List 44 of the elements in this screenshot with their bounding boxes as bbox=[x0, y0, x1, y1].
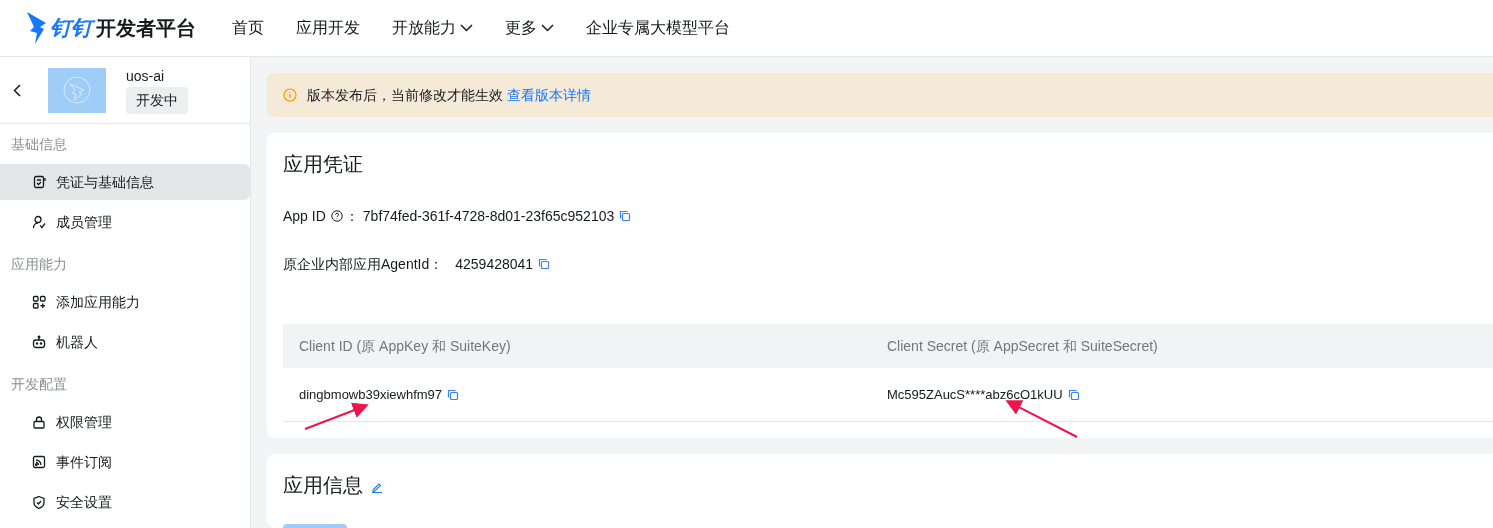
status-badge: 开发中 bbox=[126, 86, 188, 114]
section-title: 开发配置 bbox=[11, 374, 67, 394]
field-value: 7bf74fed-361f-4728-8d01-23f65c952103 bbox=[362, 206, 615, 226]
card-title: 应用信息 bbox=[283, 473, 363, 498]
annotation-arrow bbox=[304, 402, 369, 430]
document-icon bbox=[32, 175, 46, 189]
copy-icon[interactable] bbox=[1067, 388, 1080, 401]
info-icon bbox=[283, 88, 297, 102]
rss-icon bbox=[32, 455, 46, 469]
field-separator: ： bbox=[344, 206, 359, 226]
user-icon bbox=[32, 215, 46, 229]
lock-icon bbox=[32, 415, 46, 429]
field-separator: ： bbox=[429, 254, 444, 274]
nav-link[interactable]: 企业专属大模型平台 bbox=[586, 16, 730, 40]
copy-icon[interactable] bbox=[619, 210, 632, 222]
edit-icon[interactable] bbox=[371, 481, 383, 493]
section-title: 基础信息 bbox=[11, 134, 67, 154]
section-title: 应用能力 bbox=[11, 254, 67, 274]
logo-title: 开发者平台 bbox=[96, 16, 196, 41]
nav-link[interactable]: 开放能力 bbox=[392, 16, 473, 40]
copy-icon[interactable] bbox=[538, 258, 551, 270]
card-title: 应用凭证 bbox=[283, 152, 363, 177]
field-value: 4259428041 bbox=[455, 254, 534, 274]
wing-logo-icon bbox=[26, 11, 48, 45]
column-header: Client ID (原 AppKey 和 SuiteKey) bbox=[299, 337, 511, 354]
sidebar-item[interactable]: 凭证与基础信息 bbox=[0, 164, 250, 200]
app-icon bbox=[48, 67, 106, 113]
back-icon[interactable] bbox=[13, 83, 21, 97]
field-label: 原企业内部应用AgentId bbox=[283, 254, 430, 274]
table-cell-text: dingbmowb39xiewhfm97 bbox=[299, 385, 443, 404]
nav-link[interactable]: 应用开发 bbox=[296, 16, 360, 40]
table-cell-text: Mc595ZAucS****abz6cO1kUU bbox=[887, 385, 1063, 404]
copy-icon[interactable] bbox=[447, 388, 460, 401]
robot-icon bbox=[32, 335, 46, 349]
app-name: uos-ai bbox=[126, 66, 165, 85]
version-details-link[interactable]: 查看版本详情 bbox=[507, 84, 591, 106]
notice-text: 版本发布后，当前修改才能生效 bbox=[307, 85, 503, 105]
help-icon[interactable] bbox=[330, 210, 343, 222]
nav-link[interactable]: 首页 bbox=[232, 16, 264, 40]
nav-link[interactable]: 更多 bbox=[505, 16, 554, 40]
field-label: App ID bbox=[283, 206, 326, 226]
column-header: Client Secret (原 AppSecret 和 SuiteSecret) bbox=[887, 337, 1158, 354]
apps-icon bbox=[32, 295, 46, 309]
shield-icon bbox=[32, 495, 46, 509]
